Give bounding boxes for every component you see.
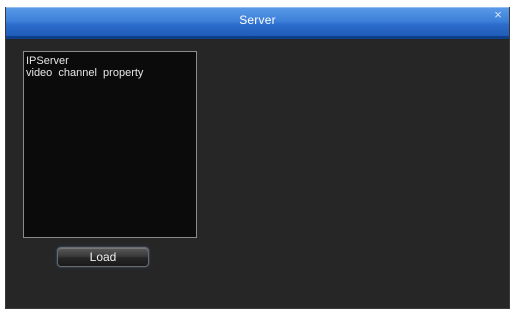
server-dialog: Server × IPServer video channel property…	[5, 7, 510, 309]
title-bar[interactable]: Server ×	[6, 7, 509, 39]
load-button[interactable]: Load	[57, 247, 149, 267]
list-item[interactable]: video channel property	[26, 67, 194, 79]
dialog-title: Server	[239, 13, 276, 27]
title-bar-divider	[6, 36, 509, 39]
server-list[interactable]: IPServer video channel property	[23, 51, 197, 238]
close-icon[interactable]: ×	[491, 8, 505, 22]
list-item[interactable]: IPServer	[26, 55, 194, 67]
